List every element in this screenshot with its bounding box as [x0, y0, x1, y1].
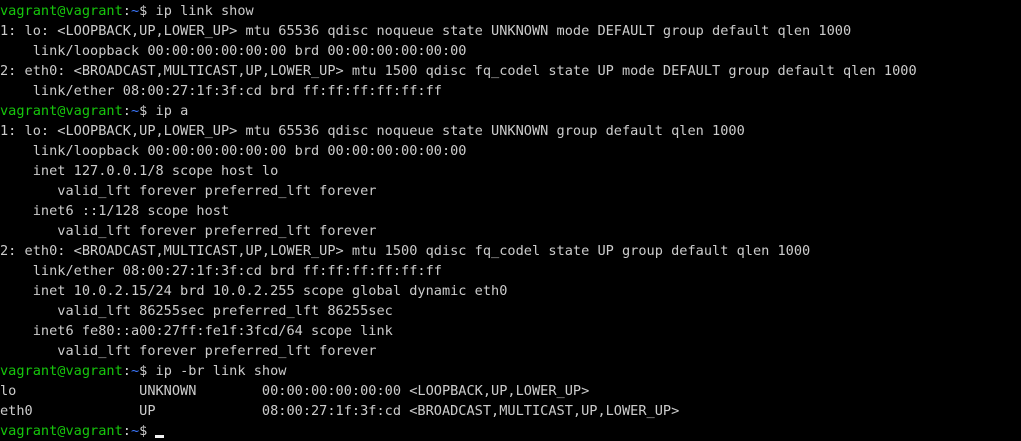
prompt-separator: :: [122, 103, 131, 119]
output-line: inet 127.0.0.1/8 scope host lo: [0, 163, 279, 179]
output-line: eth0 UP 08:00:27:1f:3f:cd <BROADCAST,MUL…: [0, 403, 680, 419]
prompt-line: vagrant@vagrant:~$ ip a: [0, 101, 1021, 121]
prompt-user-host: vagrant@vagrant: [0, 3, 123, 19]
prompt-line: vagrant@vagrant:~$ ip -br link show: [0, 361, 1021, 381]
prompt-line: vagrant@vagrant:~$: [0, 421, 1021, 441]
output-line: link/loopback 00:00:00:00:00:00 brd 00:0…: [0, 143, 467, 159]
output-line: 2: eth0: <BROADCAST,MULTICAST,UP,LOWER_U…: [0, 63, 917, 79]
command-text: ip link show: [155, 3, 254, 19]
prompt-path: ~: [130, 363, 140, 379]
prompt-separator: :: [122, 3, 131, 19]
output-line: valid_lft forever preferred_lft forever: [0, 183, 377, 199]
output-line: link/ether 08:00:27:1f:3f:cd brd ff:ff:f…: [0, 83, 442, 99]
output-line: valid_lft forever preferred_lft forever: [0, 343, 377, 359]
output-line: link/ether 08:00:27:1f:3f:cd brd ff:ff:f…: [0, 263, 442, 279]
output-line: inet6 fe80::a00:27ff:fe1f:3fcd/64 scope …: [0, 323, 393, 339]
prompt-dollar: $: [139, 423, 148, 439]
output-line: inet6 ::1/128 scope host: [0, 203, 230, 219]
text-cursor: [155, 435, 165, 438]
prompt-line: vagrant@vagrant:~$ ip link show: [0, 1, 1021, 21]
prompt-user-host: vagrant@vagrant: [0, 103, 123, 119]
terminal-window[interactable]: vagrant@vagrant:~$ ip link show 1: lo: <L…: [0, 0, 1021, 440]
output-line: inet 10.0.2.15/24 brd 10.0.2.255 scope g…: [0, 283, 508, 299]
prompt-user-host: vagrant@vagrant: [0, 423, 123, 439]
prompt-path: ~: [130, 3, 140, 19]
output-line: 1: lo: <LOOPBACK,UP,LOWER_UP> mtu 65536 …: [0, 23, 852, 39]
output-line: valid_lft forever preferred_lft forever: [0, 223, 377, 239]
output-line: link/loopback 00:00:00:00:00:00 brd 00:0…: [0, 43, 467, 59]
prompt-path: ~: [130, 423, 140, 439]
prompt-path: ~: [130, 103, 140, 119]
command-text: ip a: [155, 103, 189, 119]
output-line: 2: eth0: <BROADCAST,MULTICAST,UP,LOWER_U…: [0, 243, 811, 259]
prompt-user-host: vagrant@vagrant: [0, 363, 123, 379]
prompt-separator: :: [122, 423, 131, 439]
output-line: valid_lft 86255sec preferred_lft 86255se…: [0, 303, 393, 319]
output-line: lo UNKNOWN 00:00:00:00:00:00 <LOOPBACK,U…: [0, 383, 590, 399]
prompt-separator: :: [122, 363, 131, 379]
output-line: 1: lo: <LOOPBACK,UP,LOWER_UP> mtu 65536 …: [0, 123, 745, 139]
command-text: ip -br link show: [155, 363, 287, 379]
